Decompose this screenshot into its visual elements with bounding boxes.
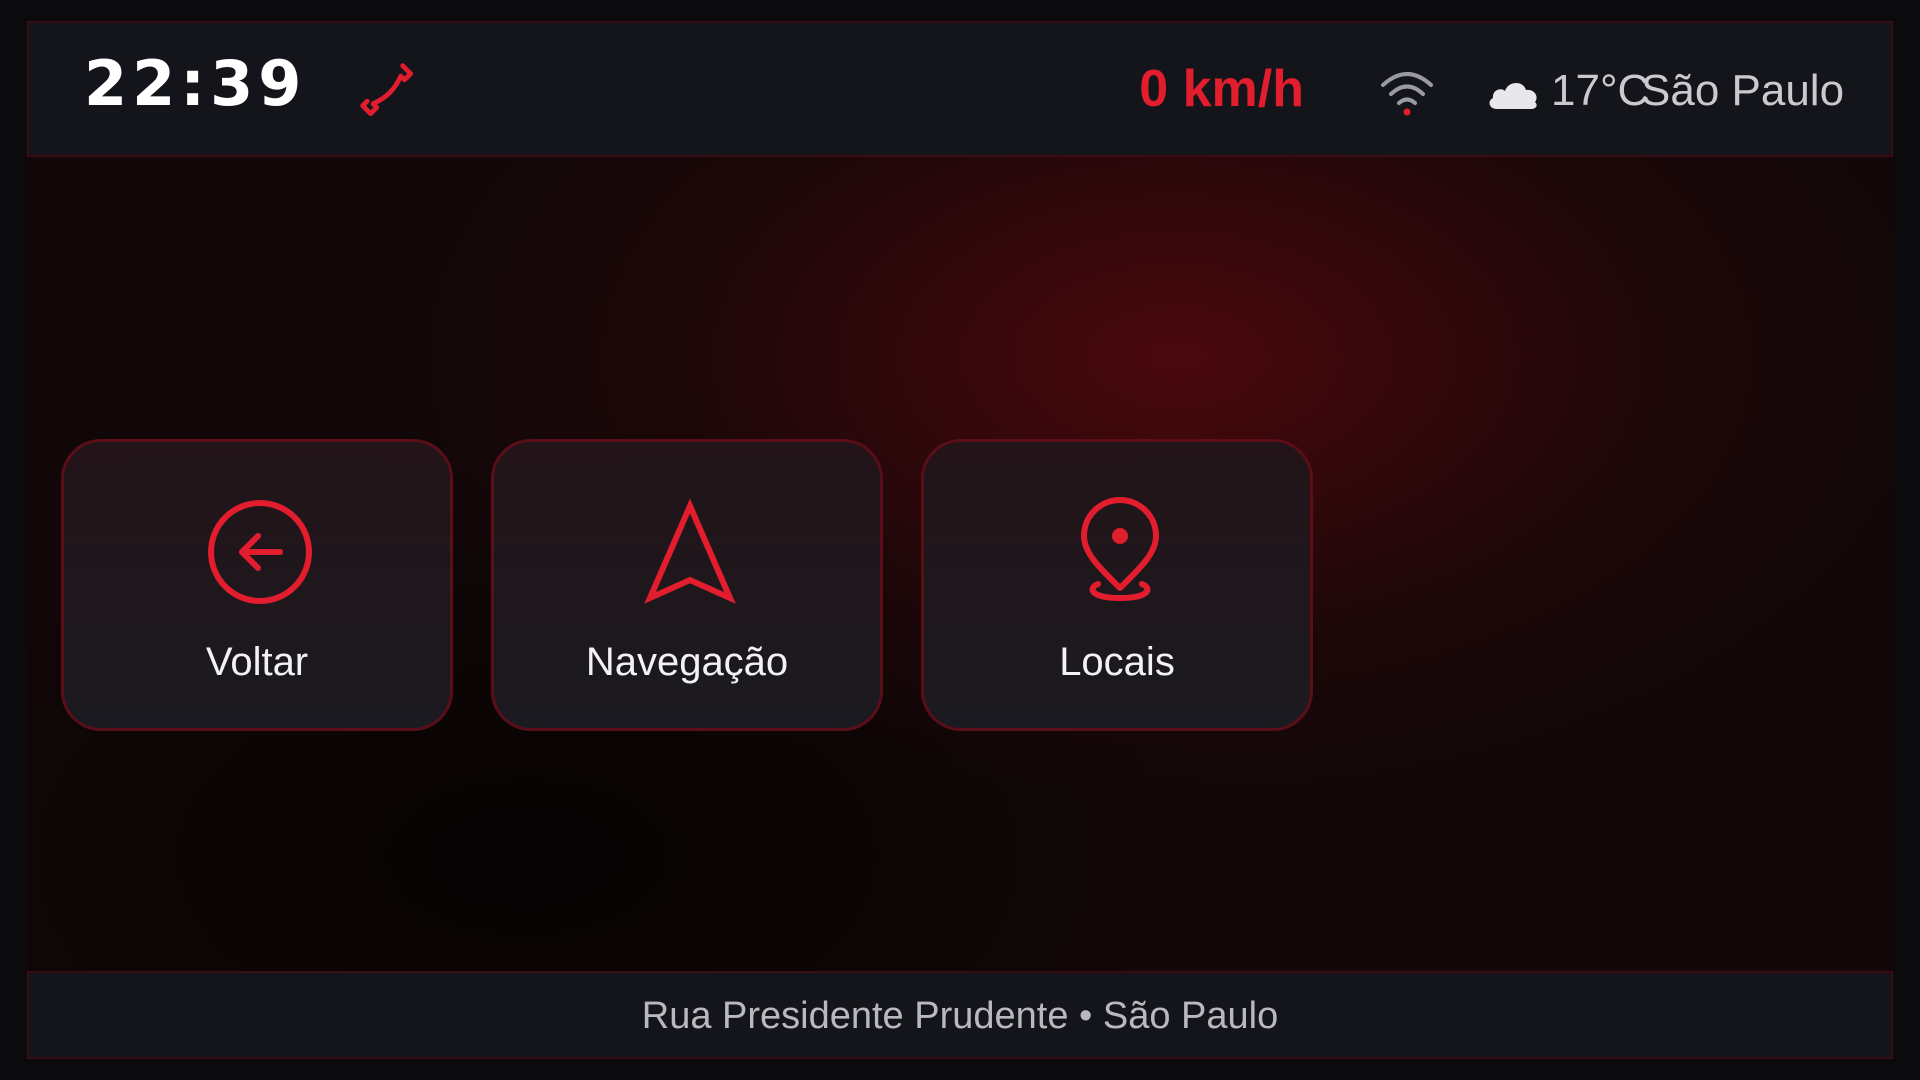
navigation-button[interactable]: Navegação <box>491 439 883 731</box>
display-frame: 22:39 0 km/h 17°C São Paulo Voltar Naveg… <box>27 21 1893 1059</box>
wifi-icon[interactable] <box>1377 67 1437 119</box>
cloud-icon <box>1489 82 1537 109</box>
home-content: Voltar Navegação Locais <box>27 157 1893 993</box>
back-button[interactable]: Voltar <box>61 439 453 731</box>
phone-icon[interactable] <box>356 59 420 123</box>
current-address: Rua Presidente Prudente • São Paulo <box>641 995 1279 1037</box>
places-button[interactable]: Locais <box>921 439 1313 731</box>
footer-bar: Rua Presidente Prudente • São Paulo <box>27 971 1893 1059</box>
temperature: 17°C <box>1551 66 1650 115</box>
navigation-arrow-icon <box>644 498 736 604</box>
speed-readout: 0 km/h <box>1139 60 1304 118</box>
arrow-left-circle-icon <box>208 500 312 604</box>
city-name: São Paulo <box>1641 66 1845 115</box>
car-infotainment-screen: 22:39 0 km/h 17°C São Paulo Voltar Naveg… <box>0 0 1920 1080</box>
back-label: Voltar <box>205 640 309 684</box>
clock: 22:39 <box>84 47 307 120</box>
status-bar: 22:39 0 km/h 17°C São Paulo <box>27 21 1893 157</box>
navigation-label: Navegação <box>585 640 789 684</box>
places-label: Locais <box>1059 640 1175 684</box>
map-pin-icon <box>1081 497 1159 601</box>
